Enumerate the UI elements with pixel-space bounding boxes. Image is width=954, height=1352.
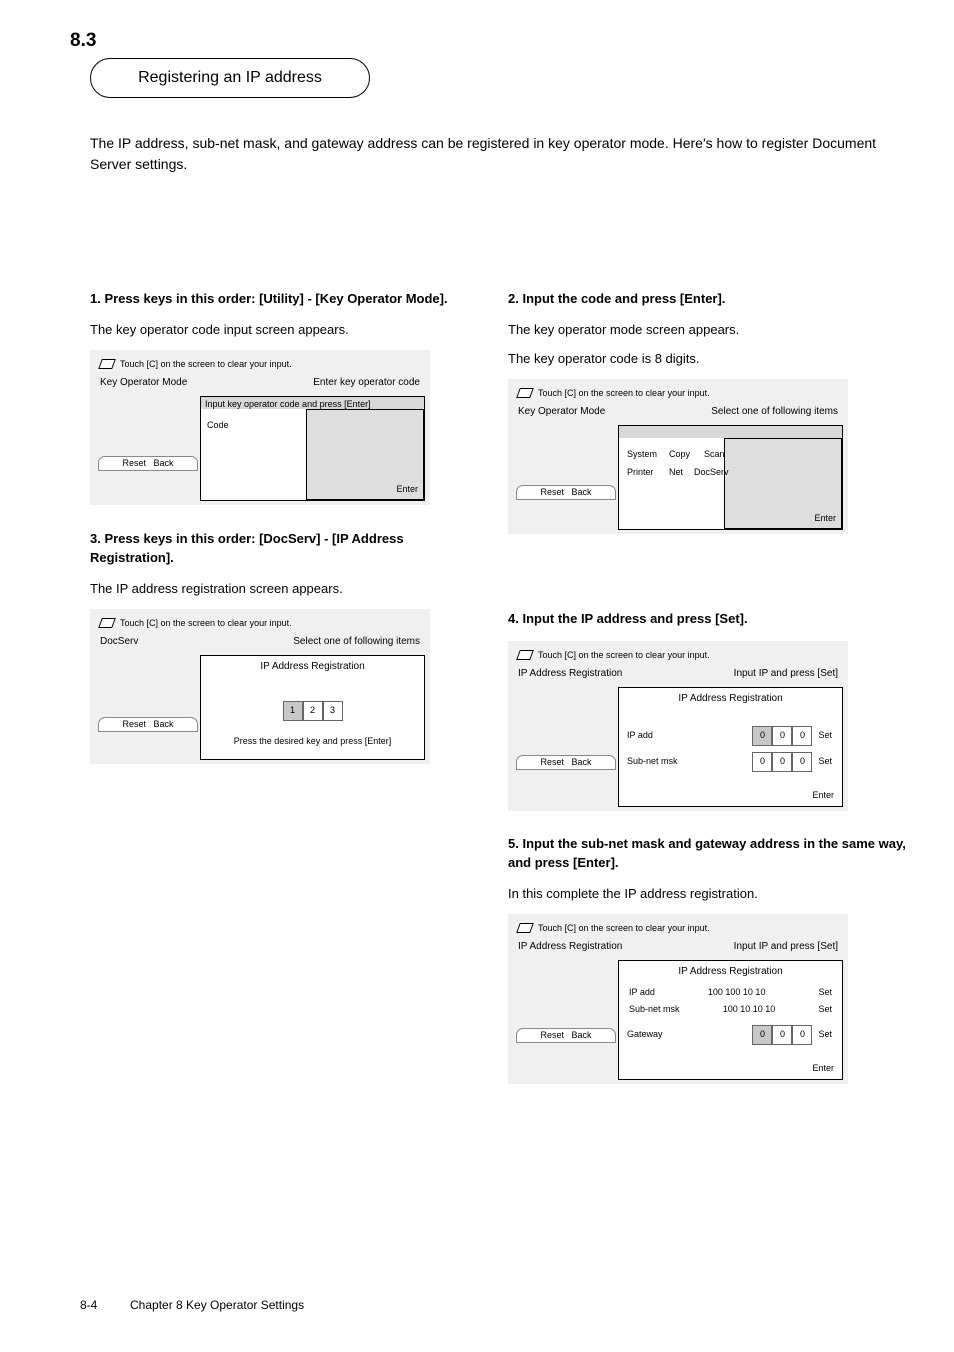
step-1-reset-pill[interactable]: Reset Back [98,456,198,471]
step-4-row1-k1[interactable]: 0 [752,726,772,746]
step-2-panel: System Copy Scan Printer Net DocServ Ent… [618,425,843,530]
step-5: 5. Input the sub-net mask and gateway ad… [508,835,908,1084]
step-1-mode-right: Enter key operator code [313,376,420,391]
section-title: Registering an IP address [90,58,370,98]
step-1-field-label: Code [207,419,229,432]
step-4-row1-label: IP add [627,729,746,742]
step-5-mode-right: Input IP and press [Set] [734,940,838,955]
step-3-key-2[interactable]: 2 [303,701,323,721]
intro-text: The IP address, sub-net mask, and gatewa… [90,133,890,175]
step-5-row3-k3[interactable]: 0 [792,1025,812,1045]
step-3-clear-label: Touch [C] on the screen to clear your in… [120,617,292,630]
step-5-panel: IP Address Registration IP add 100 100 1… [618,960,843,1080]
step-1-heading: 1. Press keys in this order: [Utility] -… [90,290,490,309]
step-1-desc: The key operator code input screen appea… [90,321,490,340]
step-1: 1. Press keys in this order: [Utility] -… [90,290,490,505]
step-4-row2-set[interactable]: Set [818,755,832,768]
step-4: 4. Input the IP address and press [Set].… [508,610,908,811]
step-5-row3-label: Gateway [627,1028,746,1041]
step-5-row1-set[interactable]: Set [818,986,832,999]
step-5-mode-left: IP Address Registration [518,940,622,955]
step-4-title: IP Address Registration [619,688,842,711]
step-4-row2-k1[interactable]: 0 [752,752,772,772]
step-5-row1-val: 100 100 10 10 [708,986,766,999]
step-2: 2. Input the code and press [Enter]. The… [508,290,908,534]
step-2-mode-right: Select one of following items [711,405,838,420]
step-4-mode-left: IP Address Registration [518,667,622,682]
step-4-row2-label: Sub-net msk [627,755,746,768]
section-number: 8.3 [70,30,96,52]
eraser-icon [516,650,534,660]
page-number: 8-4 [80,1298,97,1312]
step-1-panel: Input key operator code and press [Enter… [200,396,425,501]
step-3-key-3[interactable]: 3 [323,701,343,721]
step-2-item-net[interactable]: Net [669,466,683,479]
step-5-reset-pill[interactable]: Reset Back [516,1028,616,1043]
step-3-mode-right: Select one of following items [293,635,420,650]
step-5-row2-val: 100 10 10 10 [723,1003,776,1016]
step-1-screen: Touch [C] on the screen to clear your in… [90,350,430,505]
step-5-desc: In this complete the IP address registra… [508,885,908,904]
step-3-key-row: 1 2 3 [283,701,343,721]
step-3-heading: 3. Press keys in this order: [DocServ] -… [90,530,490,568]
step-5-row3-k2[interactable]: 0 [772,1025,792,1045]
step-2-item-scan[interactable]: Scan [704,448,725,461]
step-2-enter[interactable]: Enter [814,512,836,525]
step-4-screen: Touch [C] on the screen to clear your in… [508,641,848,811]
step-5-title: IP Address Registration [619,961,842,984]
step-2-item-copy[interactable]: Copy [669,448,690,461]
eraser-icon [98,359,116,369]
step-2-heading: 2. Input the code and press [Enter]. [508,290,908,309]
step-5-clear-label: Touch [C] on the screen to clear your in… [538,922,710,935]
step-3: 3. Press keys in this order: [DocServ] -… [90,530,490,764]
step-4-panel: IP Address Registration IP add 0 0 0 Set… [618,687,843,807]
step-2-reset-pill[interactable]: Reset Back [516,485,616,500]
step-2-note: The key operator code is 8 digits. [508,350,908,369]
step-3-popup-title: IP Address Registration [201,656,424,679]
chapter-footer: Chapter 8 Key Operator Settings [130,1298,304,1312]
eraser-icon [516,388,534,398]
step-1-clear-label: Touch [C] on the screen to clear your in… [120,358,292,371]
step-5-heading: 5. Input the sub-net mask and gateway ad… [508,835,908,873]
step-4-enter[interactable]: Enter [812,789,834,802]
step-2-mode-left: Key Operator Mode [518,405,605,420]
step-4-row2-k2[interactable]: 0 [772,752,792,772]
step-3-mode-left: DocServ [100,635,138,650]
step-1-enter[interactable]: Enter [396,483,418,496]
step-5-screen: Touch [C] on the screen to clear your in… [508,914,848,1084]
step-5-row3-k1[interactable]: 0 [752,1025,772,1045]
step-4-heading: 4. Input the IP address and press [Set]. [508,610,908,629]
step-4-row1-set[interactable]: Set [818,729,832,742]
step-5-row2-label: Sub-net msk [629,1003,680,1016]
step-2-screen: Touch [C] on the screen to clear your in… [508,379,848,534]
step-5-enter[interactable]: Enter [812,1062,834,1075]
step-3-submit-hint: Press the desired key and press [Enter] [201,735,424,748]
eraser-icon [98,618,116,628]
step-3-panel: IP Address Registration 1 2 3 Press the … [200,655,425,760]
step-3-screen: Touch [C] on the screen to clear your in… [90,609,430,764]
step-2-item-docserv[interactable]: DocServ [694,466,729,479]
step-5-row3-set[interactable]: Set [818,1028,832,1041]
step-3-desc: The IP address registration screen appea… [90,580,490,599]
step-2-item-printer[interactable]: Printer [627,466,654,479]
step-4-clear-label: Touch [C] on the screen to clear your in… [538,649,710,662]
step-1-mode-left: Key Operator Mode [100,376,187,391]
step-3-key-1[interactable]: 1 [283,701,303,721]
step-5-row2-set[interactable]: Set [818,1003,832,1016]
eraser-icon [516,923,534,933]
step-4-row1-k2[interactable]: 0 [772,726,792,746]
step-4-reset-pill[interactable]: Reset Back [516,755,616,770]
step-3-reset-pill[interactable]: Reset Back [98,717,198,732]
step-5-row1-label: IP add [629,986,655,999]
step-4-row1-k3[interactable]: 0 [792,726,812,746]
step-2-clear-label: Touch [C] on the screen to clear your in… [538,387,710,400]
step-4-mode-right: Input IP and press [Set] [734,667,838,682]
step-2-desc: The key operator mode screen appears. [508,321,908,340]
step-2-item-system[interactable]: System [627,448,657,461]
step-4-row2-k3[interactable]: 0 [792,752,812,772]
